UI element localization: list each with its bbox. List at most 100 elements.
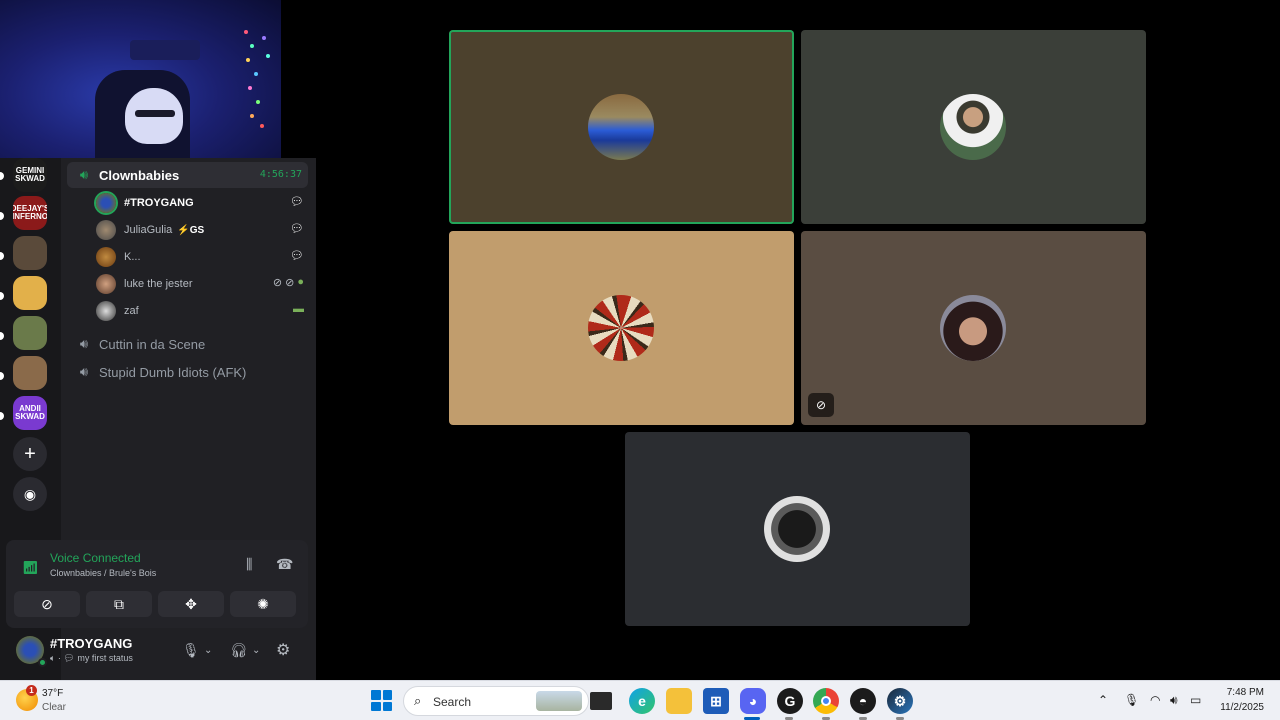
gear-icon[interactable]: ⚙ <box>276 640 290 660</box>
logitech-g-icon[interactable]: G <box>777 688 803 714</box>
wifi-icon[interactable]: ◠ <box>1150 693 1160 707</box>
voice-location[interactable]: Clownbabies / Brule's Bois <box>50 568 156 578</box>
voice-member[interactable]: luke the jester ⊘ ⊘ ● <box>96 273 304 295</box>
camera-off-indicator: ⊘ <box>808 393 834 417</box>
avatar <box>96 301 116 321</box>
voice-member[interactable]: #TROYGANG 💬︎ <box>96 192 304 214</box>
speaker-icon: 🔊︎ <box>79 167 89 182</box>
camera-button[interactable]: ⊘ <box>14 591 80 617</box>
chevron-down-icon[interactable]: ⌄ <box>204 645 212 656</box>
file-explorer-icon[interactable] <box>666 688 692 714</box>
member-indicators: ▬ <box>293 303 304 315</box>
clock-date[interactable]: 11/2/2025 <box>1220 702 1264 713</box>
desktop: GEMINI SKWAD DEEJAY'S INFERNO ANDII SKWA… <box>0 0 1280 720</box>
weather-temp[interactable]: 37°F <box>42 688 63 699</box>
participant-tile[interactable] <box>449 231 794 425</box>
avatar <box>96 274 116 294</box>
headphones-icon[interactable]: 🎧︎ <box>230 642 248 659</box>
server-icon-gemini-skwad[interactable]: GEMINI SKWAD <box>13 158 47 192</box>
signal-icon[interactable]: 📶︎ <box>22 560 39 576</box>
volume-icon[interactable]: 🔊︎ <box>1170 693 1178 708</box>
speaker-icon: 🔊︎ <box>79 336 89 351</box>
chat-bubble-icon: 💬︎ <box>290 223 304 235</box>
avatar <box>96 220 116 240</box>
chevron-down-icon[interactable]: ⌄ <box>252 645 260 656</box>
soundboard-button[interactable]: ✺ <box>230 591 296 617</box>
battery-icon[interactable]: ▭ <box>1190 693 1201 707</box>
webcam-feed <box>0 0 281 158</box>
voice-channel-clownbabies[interactable]: 🔊︎ Clownbabies 4:56:37 <box>67 162 308 188</box>
server-icon-deejays-inferno[interactable]: DEEJAY'S INFERNO <box>13 196 47 230</box>
voice-channel-cuttin-in-da-scene[interactable]: 🔊︎ Cuttin in da Scene <box>75 333 205 355</box>
participant-avatar-woman <box>940 295 1006 361</box>
status-text: my first status <box>77 653 133 663</box>
participant-tile[interactable] <box>801 30 1146 224</box>
weather-condition[interactable]: Clear <box>42 702 66 713</box>
server-unread-pill <box>0 372 4 380</box>
voice-member[interactable]: K... 💬︎ <box>96 246 304 268</box>
server-icon-andii-skwad[interactable]: ANDII SKWAD <box>13 396 47 430</box>
voice-member[interactable]: zaf ▬ <box>96 300 304 322</box>
server-unread-pill <box>0 412 4 420</box>
server-icon-3[interactable] <box>13 236 47 270</box>
store-icon[interactable]: ⊞ <box>703 688 729 714</box>
participant-avatar-dragon <box>588 295 654 361</box>
search-icon: ⌕ <box>414 693 422 708</box>
webcam-glasses <box>135 110 175 117</box>
member-indicators: 💬︎ <box>290 195 304 208</box>
participant-tile[interactable]: ⊘ <box>801 231 1146 425</box>
windows-start-icon[interactable] <box>371 690 392 711</box>
channel-name: Cuttin in da Scene <box>99 336 206 352</box>
speaker-icon: 🔊︎ <box>79 364 89 379</box>
screen-share-button[interactable]: ⧉ <box>86 591 152 617</box>
participant-tile[interactable] <box>449 30 794 224</box>
microphone-icon[interactable]: 🎙︎ <box>1124 693 1139 707</box>
activities-button[interactable]: ✥ <box>158 591 224 617</box>
voice-member[interactable]: JuliaGulia ⚡GS 💬︎ <box>96 219 304 241</box>
participant-avatar-car <box>588 94 654 160</box>
voice-connection-panel: 📶︎ Voice Connected Clownbabies / Brule's… <box>6 540 308 628</box>
taskbar: 1 37°F Clear ⌕ Search e ⊞ ◕ G ◓ ⚙ ⌃ 🎙︎ ◠… <box>0 680 1280 720</box>
guild-tag: ⚡GS <box>177 224 205 236</box>
edge-icon[interactable]: e <box>629 688 655 714</box>
user-panel: #TROYGANG 🔈︎ · 💬︎ my first status 🎙︎ ⌄ 🎧… <box>6 632 308 676</box>
user-name[interactable]: #TROYGANG <box>50 636 132 651</box>
member-name: K... <box>124 251 141 263</box>
voice-channel-afk[interactable]: 🔊︎ Stupid Dumb Idiots (AFK) <box>75 361 247 383</box>
server-icon-6[interactable] <box>13 356 47 390</box>
voice-status[interactable]: Voice Connected <box>50 551 141 565</box>
steam-icon[interactable]: ⚙ <box>887 688 913 714</box>
server-icon-5[interactable] <box>13 316 47 350</box>
participant-avatar-cat <box>764 496 830 562</box>
clock-time[interactable]: 7:48 PM <box>1227 687 1264 698</box>
microphone-icon[interactable]: 🎙︎ <box>182 642 200 659</box>
member-indicators: 💬︎ <box>290 222 304 235</box>
task-view-icon[interactable] <box>590 692 612 710</box>
discover-icon[interactable]: ◉ <box>13 477 47 511</box>
activity-icon: ▬ <box>293 303 304 315</box>
weather-alert-badge: 1 <box>26 685 37 696</box>
user-custom-status[interactable]: 🔈︎ · 💬︎ my first status <box>50 653 133 664</box>
discord-icon[interactable]: ◕ <box>740 688 766 714</box>
server-icon-4[interactable] <box>13 276 47 310</box>
taskbar-search[interactable]: ⌕ Search <box>403 686 589 716</box>
chat-bubble-icon: 💬︎ <box>290 250 304 262</box>
eye-slash-icon: ⊘ <box>815 398 827 412</box>
server-unread-pill <box>0 252 4 260</box>
tray-overflow-chevron-icon[interactable]: ⌃ <box>1098 693 1108 707</box>
chat-bubble-icon: 💬︎ <box>290 196 304 208</box>
add-server-icon[interactable]: + <box>13 437 47 471</box>
disconnect-icon[interactable]: ☎ <box>276 556 293 573</box>
webcam-shelf <box>130 40 200 60</box>
channel-list: 🔊︎ Clownbabies 4:56:37 #TROYGANG 💬︎ Juli… <box>61 158 316 538</box>
noise-suppression-icon[interactable]: ⫼ <box>246 556 252 573</box>
soundboard-icon: ✺ <box>257 595 269 612</box>
member-indicators: ⊘ ⊘ ● <box>273 276 304 289</box>
chrome-icon[interactable] <box>813 688 839 714</box>
activities-icon: ✥ <box>185 595 197 612</box>
server-unread-pill <box>0 172 4 180</box>
discord-sidebar: GEMINI SKWAD DEEJAY'S INFERNO ANDII SKWA… <box>0 158 316 680</box>
github-desktop-icon[interactable]: ◓ <box>850 688 876 714</box>
member-indicators: 💬︎ <box>290 249 304 262</box>
participant-tile[interactable] <box>625 432 970 626</box>
